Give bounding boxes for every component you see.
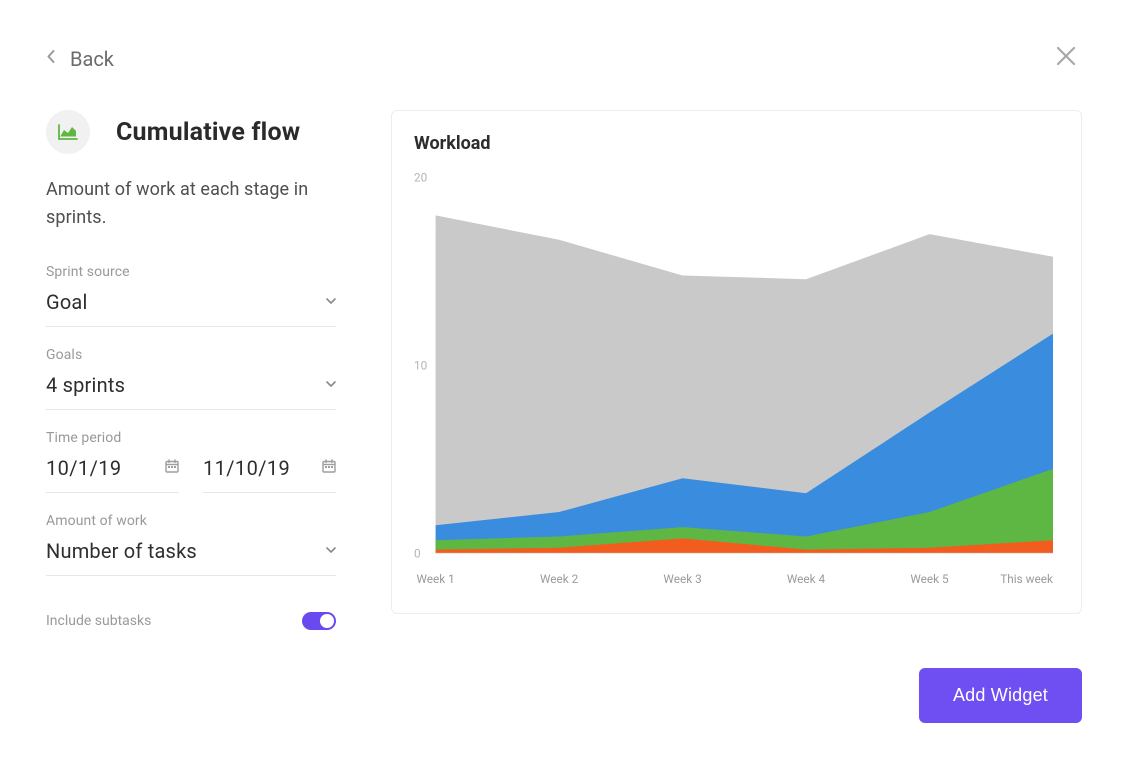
svg-text:10: 10 <box>414 359 427 373</box>
amount-of-work-label: Amount of work <box>46 513 336 529</box>
end-date-value: 11/10/19 <box>203 456 290 480</box>
svg-text:0: 0 <box>414 546 421 560</box>
svg-text:Week 3: Week 3 <box>663 572 701 586</box>
svg-text:Week 4: Week 4 <box>787 572 826 586</box>
goals-value: 4 sprints <box>46 373 125 397</box>
start-date-input[interactable]: 10/1/19 <box>46 456 179 493</box>
add-widget-button[interactable]: Add Widget <box>919 668 1082 723</box>
end-date-input[interactable]: 11/10/19 <box>203 456 336 493</box>
svg-text:Week 5: Week 5 <box>910 572 949 586</box>
widget-title: Cumulative flow <box>116 118 300 147</box>
sprint-source-value: Goal <box>46 290 88 314</box>
chevron-down-icon <box>326 378 336 391</box>
include-subtasks-label: Include subtasks <box>46 613 151 629</box>
workload-card: Workload 0 10 20 Week 1 Week 2 Week 3 Week 4 We… <box>391 110 1082 614</box>
chevron-down-icon <box>326 544 336 557</box>
sprint-source-label: Sprint source <box>46 264 336 280</box>
sprint-source-select[interactable]: Goal <box>46 290 336 327</box>
close-button[interactable] <box>1055 45 1077 72</box>
amount-of-work-select[interactable]: Number of tasks <box>46 539 336 576</box>
goals-label: Goals <box>46 347 336 363</box>
chevron-left-icon <box>47 50 55 67</box>
area-chart-icon <box>46 110 90 154</box>
cumulative-flow-chart: 0 10 20 Week 1 Week 2 Week 3 Week 4 Week 5 This … <box>414 168 1053 591</box>
svg-text:Week 1: Week 1 <box>416 572 454 586</box>
calendar-icon <box>322 458 336 477</box>
include-subtasks-toggle[interactable] <box>302 612 336 630</box>
svg-text:20: 20 <box>414 171 427 185</box>
svg-text:Week 2: Week 2 <box>540 572 579 586</box>
start-date-value: 10/1/19 <box>46 456 122 480</box>
amount-of-work-value: Number of tasks <box>46 539 197 563</box>
back-label: Back <box>70 47 114 71</box>
time-period-label: Time period <box>46 430 336 446</box>
calendar-icon <box>165 458 179 477</box>
goals-select[interactable]: 4 sprints <box>46 373 336 410</box>
back-button[interactable]: Back <box>47 47 114 71</box>
toggle-knob <box>320 614 334 628</box>
svg-text:This week: This week <box>1000 572 1053 586</box>
card-title: Workload <box>414 133 1053 154</box>
config-sidebar: Cumulative flow Amount of work at each s… <box>46 110 336 723</box>
preview-pane: Workload 0 10 20 Week 1 Week 2 Week 3 Week 4 We… <box>391 110 1082 723</box>
chevron-down-icon <box>326 295 336 308</box>
widget-description: Amount of work at each stage in sprints. <box>46 176 336 232</box>
